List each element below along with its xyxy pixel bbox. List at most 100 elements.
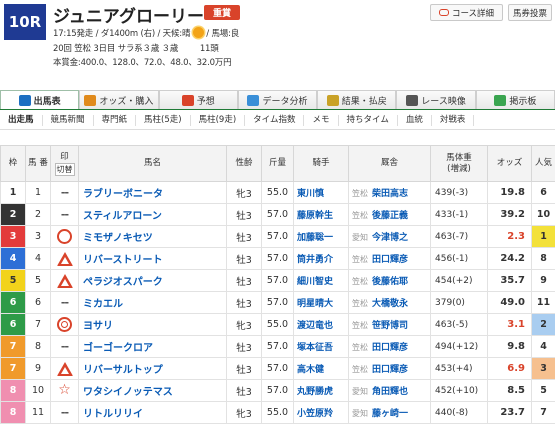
subtab-3[interactable]: 馬柱(5走) [136,115,191,126]
triangle-mark-icon[interactable] [56,273,73,288]
mark-cell[interactable]: -- [50,181,79,204]
odds-cell[interactable]: 3.1 [487,313,532,336]
jockey-link[interactable]: 細川智史 [293,269,349,292]
trainer-link[interactable]: 田口輝彦 [372,255,408,265]
trainer-link[interactable]: 後藤佑耶 [372,277,408,287]
trainer-link[interactable]: 今津博之 [372,233,408,243]
waku-cell: 1 [0,181,26,204]
odds-cell[interactable]: 6.9 [487,357,532,380]
waku-cell: 6 [0,291,26,314]
mark-cell[interactable]: ☆ [50,379,79,402]
horse-name-link[interactable]: ゴーゴークロア [78,335,227,358]
trainer-link[interactable]: 角田輝也 [372,387,408,397]
odds-cell[interactable]: 23.7 [487,401,532,424]
tab-4[interactable]: 結果・払戻 [317,90,397,109]
odds-cell[interactable]: 9.8 [487,335,532,358]
horse-name-link[interactable]: リバーストリート [78,247,227,270]
jockey-link[interactable]: 明星晴大 [293,291,349,314]
trainer-link[interactable]: 柴田高志 [372,189,408,199]
jockey-link[interactable]: 東川慎 [293,181,349,204]
trainer-link[interactable]: 田口輝彦 [372,365,408,375]
odds-cell[interactable]: 35.7 [487,269,532,292]
horse-name-link[interactable]: ペラジオスパーク [78,269,227,292]
mark-toggle-button[interactable]: 切​替 [54,162,75,176]
bet-button[interactable]: 馬券投票 [508,4,552,21]
stable-cell: 笠松 田口輝彦 [348,247,431,270]
jockey-link[interactable]: 小笠原羚 [293,401,349,424]
no-mark-icon[interactable]: -- [61,186,69,199]
triangle-mark-icon[interactable] [56,361,73,376]
tab-1[interactable]: オッズ・購入 [79,90,159,109]
no-mark-icon[interactable]: -- [61,340,69,353]
tab-0[interactable]: 出馬表 [0,90,80,109]
jockey-link[interactable]: 塚本征吾 [293,335,349,358]
horse-name-link[interactable]: ラブリーボニータ [78,181,227,204]
mark-cell[interactable]: -- [50,335,79,358]
horse-name-link[interactable]: ミモザノキセツ [78,225,227,248]
stable-location: 笠松 [352,299,368,308]
subtab-1[interactable]: 競馬新聞 [43,115,94,126]
trainer-link[interactable]: 藤ヶ崎一 [372,409,408,419]
sub-tabs: 出走馬 競馬新聞 専門紙 馬柱(5走) 馬柱(9走) タイム指数 メモ 持ちタイム 血統 対戦表 [0,112,555,130]
subtab-5[interactable]: タイム指数 [245,115,305,126]
jockey-link[interactable]: 丸野勝虎 [293,379,349,402]
circle-mark-icon[interactable] [57,229,72,244]
subtab-4[interactable]: 馬柱(9走) [191,115,246,126]
star-mark-icon[interactable]: ☆ [58,382,71,398]
double-circle-mark-icon[interactable] [57,317,72,332]
trainer-link[interactable]: 笹野博司 [372,321,408,331]
popularity-cell: 8 [531,247,555,270]
col-stable: 厩舎 [348,145,431,182]
mark-cell[interactable]: -- [50,291,79,314]
mark-cell[interactable] [50,313,79,336]
mark-cell[interactable]: -- [50,203,79,226]
subtab-0[interactable]: 出走馬 [0,115,43,126]
subtab-9[interactable]: 対戦表 [432,115,475,126]
odds-cell[interactable]: 24.2 [487,247,532,270]
odds-cell[interactable]: 19.8 [487,181,532,204]
subtab-8[interactable]: 血統 [398,115,432,126]
jockey-link[interactable]: 高木健 [293,357,349,380]
odds-cell[interactable]: 8.5 [487,379,532,402]
mark-cell[interactable]: -- [50,401,79,424]
no-mark-icon[interactable]: -- [61,406,69,419]
odds-cell[interactable]: 2.3 [487,225,532,248]
no-mark-icon[interactable]: -- [61,296,69,309]
mark-cell[interactable] [50,247,79,270]
col-waku: 枠 [0,145,26,182]
triangle-mark-icon[interactable] [56,251,73,266]
col-umaban: 馬 番 [25,145,51,182]
trainer-link[interactable]: 後藤正義 [372,211,408,221]
no-mark-icon[interactable]: -- [61,208,69,221]
mark-cell[interactable] [50,357,79,380]
tab-6[interactable]: 掲示板 [475,90,555,109]
stable-location: 笠松 [352,365,368,374]
horse-name-link[interactable]: リバーサルトップ [78,357,227,380]
course-detail-button[interactable]: コース詳細 [430,4,503,21]
subtab-2[interactable]: 専門紙 [94,115,137,126]
mark-cell[interactable] [50,225,79,248]
table-header: 枠 馬 番 印切​替 馬名 性齢 斤量 騎手 厩舎 馬体重 (増減) オッズ 人気 [0,145,555,182]
jockey-link[interactable]: 渡辺竜也 [293,313,349,336]
horse-name-link[interactable]: スティルアローン [78,203,227,226]
horse-name-link[interactable]: ヨサリ [78,313,227,336]
trainer-link[interactable]: 田口輝彦 [372,343,408,353]
tab-3[interactable]: データ分析 [237,90,318,109]
col-mark[interactable]: 印切​替 [50,145,79,182]
subtab-6[interactable]: メモ [304,115,339,126]
horse-name-link[interactable]: リトルリリイ [78,401,227,424]
tab-5[interactable]: レース映像 [396,90,476,109]
jockey-link[interactable]: 藤原幹生 [293,203,349,226]
jockey-link[interactable]: 筒井勇介 [293,247,349,270]
tab-2[interactable]: 予想 [158,90,238,109]
trainer-link[interactable]: 大橋敬永 [372,299,408,309]
odds-cell[interactable]: 49.0 [487,291,532,314]
mark-cell[interactable] [50,269,79,292]
sex-age-cell: 牝3 [226,313,262,336]
jockey-link[interactable]: 加藤聡一 [293,225,349,248]
horse-name-link[interactable]: ミカエル [78,291,227,314]
horse-name-link[interactable]: ワタシイノッテマス [78,379,227,402]
stable-cell: 愛知 今津博之 [348,225,431,248]
odds-cell[interactable]: 39.2 [487,203,532,226]
subtab-7[interactable]: 持ちタイム [339,115,398,126]
